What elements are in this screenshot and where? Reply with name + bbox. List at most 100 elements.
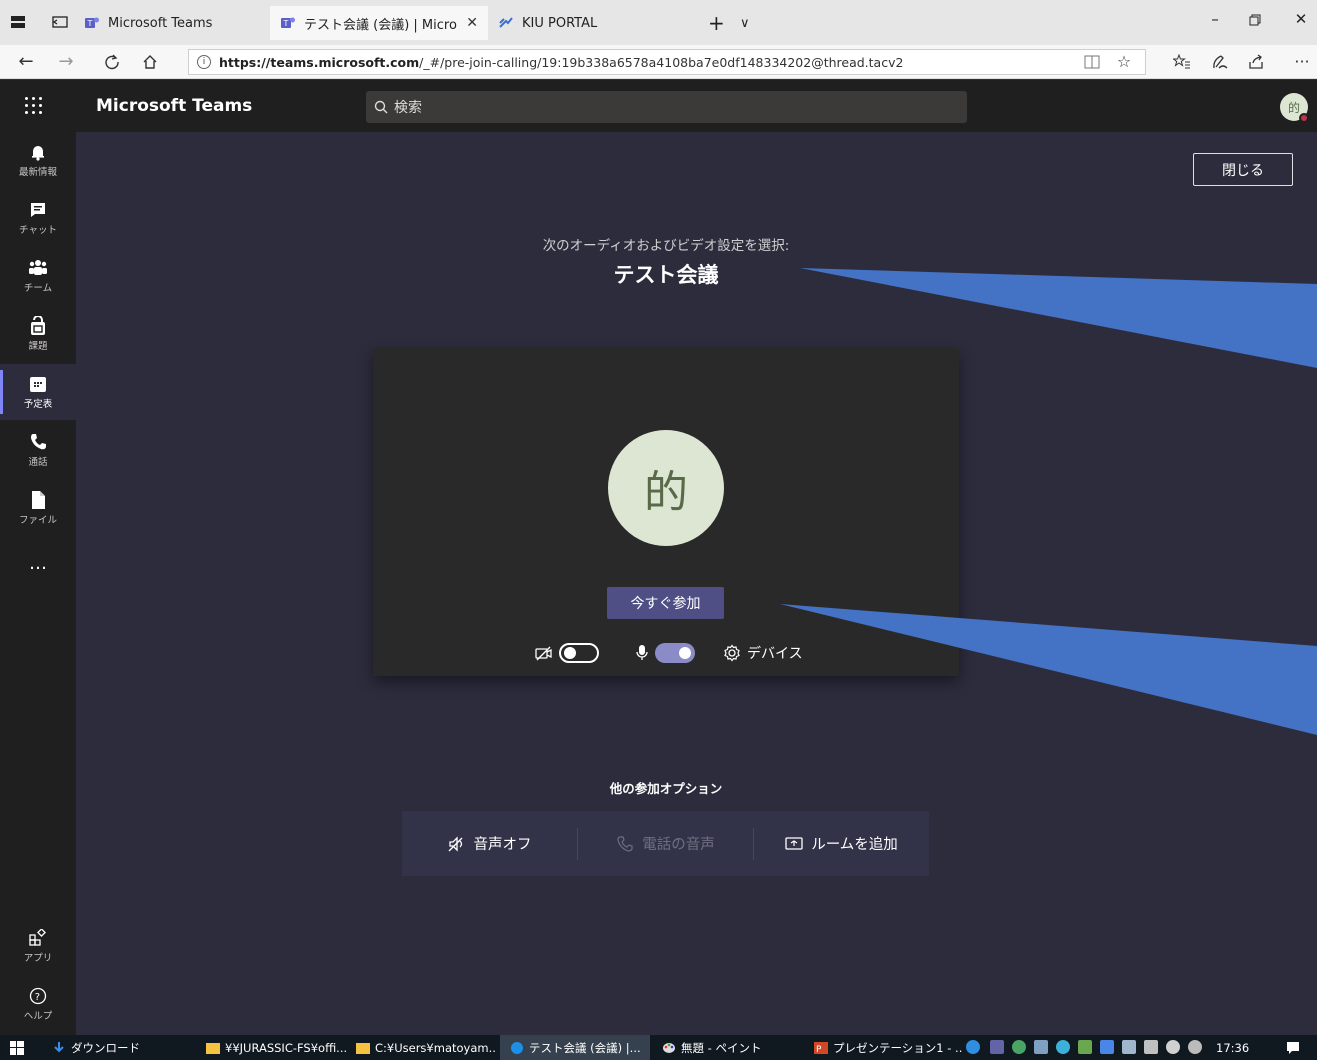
rail-item-activity[interactable]: 最新情報 <box>0 132 76 188</box>
meeting-title: テスト会議 <box>613 263 719 287</box>
favorite-star-icon[interactable]: ☆ <box>1112 51 1136 73</box>
preview-avatar: 的 <box>608 430 724 546</box>
join-now-button[interactable]: 今すぐ参加 <box>607 587 724 619</box>
reading-view-icon[interactable] <box>1080 51 1104 73</box>
browser-tab-kiu-portal[interactable]: KIU PORTAL <box>488 6 688 40</box>
svg-text:T: T <box>87 19 93 28</box>
taskbar-paint[interactable]: 無題 - ペイント <box>662 1035 792 1060</box>
kiu-portal-logo-icon <box>498 15 514 31</box>
camera-toggle[interactable] <box>559 643 599 663</box>
taskbar-clock[interactable]: 17:36 <box>1216 1035 1249 1060</box>
share-icon[interactable] <box>1244 51 1268 73</box>
network-drive-tray-icon[interactable] <box>1034 1040 1048 1054</box>
taskbar-powerpoint[interactable]: P プレゼンテーション1 - ... <box>814 1035 962 1060</box>
favorites-hub-icon[interactable] <box>1170 51 1194 73</box>
gear-icon <box>724 644 740 662</box>
app-brand-title: Microsoft Teams <box>96 96 253 116</box>
tab-list-button[interactable]: ∨ <box>730 6 760 40</box>
microphone-toggle[interactable] <box>655 643 695 663</box>
browser-tab-teams[interactable]: T Microsoft Teams <box>74 6 264 40</box>
site-info-icon[interactable]: i <box>197 55 211 69</box>
url-path: /_#/pre-join-calling/19:19b338a6578a4108… <box>419 54 904 70</box>
restore-window-button[interactable] <box>1240 10 1270 34</box>
phone-icon <box>616 835 634 853</box>
browser-address-bar: ← → i https://teams.microsoft.com/_#/pre… <box>0 45 1317 79</box>
minimize-window-button[interactable]: – <box>1200 10 1230 34</box>
display-tray-icon[interactable] <box>1122 1040 1136 1054</box>
rail-item-files[interactable]: ファイル <box>0 480 76 536</box>
phone-icon <box>28 432 48 452</box>
app-launcher-icon[interactable] <box>24 96 44 116</box>
url-host: https://teams.microsoft.com <box>219 54 420 70</box>
presence-status-icon <box>1299 113 1309 123</box>
search-icon <box>374 100 388 114</box>
start-button[interactable] <box>10 1035 24 1060</box>
windows-taskbar: ダウンロード ¥¥JURASSIC-FS¥offi... C:¥Users¥ma… <box>0 1035 1317 1060</box>
teams-icon <box>28 258 48 278</box>
chat-icon <box>28 200 48 220</box>
room-cast-icon <box>785 835 803 853</box>
bell-icon <box>28 142 48 162</box>
svg-text:?: ? <box>35 992 40 1003</box>
app-rail: 最新情報 チャット チーム 課題 予定表 通話 ファイル … アプリ ? ヘルプ <box>0 132 76 1035</box>
browser-tab-meeting[interactable]: T テスト会議 (会議) | Micro ✕ <box>270 6 488 40</box>
shield-tray-icon[interactable] <box>1078 1040 1092 1054</box>
video-preview-card: 的 今すぐ参加 デバイス <box>373 348 959 676</box>
prejoin-subtitle: 次のオーディオおよびビデオ設定を選択: <box>542 238 790 254</box>
search-placeholder: 検索 <box>394 100 422 116</box>
volume-tray-icon[interactable] <box>1166 1040 1180 1054</box>
rail-item-teams[interactable]: チーム <box>0 248 76 304</box>
more-icon: … <box>29 552 47 574</box>
input-tray-icon[interactable] <box>1188 1040 1202 1054</box>
rail-item-help[interactable]: ? ヘルプ <box>0 976 76 1032</box>
close-button[interactable]: 閉じる <box>1193 153 1293 186</box>
new-tab-button[interactable]: + <box>698 6 728 40</box>
web-note-pen-icon[interactable] <box>1208 51 1232 73</box>
url-field[interactable]: i https://teams.microsoft.com/_#/pre-joi… <box>188 49 1146 75</box>
rail-item-assignments[interactable]: 課題 <box>0 306 76 362</box>
paint-palette-icon <box>663 1042 675 1053</box>
teams-tray-icon[interactable] <box>990 1040 1004 1054</box>
action-center-icon[interactable] <box>1286 1035 1300 1060</box>
taskbar-explorer-1[interactable]: ¥¥JURASSIC-FS¥offi... <box>206 1035 348 1060</box>
microphone-icon <box>636 645 648 660</box>
home-button[interactable] <box>138 51 162 73</box>
taskbar-explorer-2[interactable]: C:¥Users¥matoyam... <box>356 1035 496 1060</box>
network-tray-icon[interactable] <box>1144 1040 1158 1054</box>
rail-item-chat[interactable]: チャット <box>0 190 76 246</box>
camera-control <box>535 641 599 665</box>
rail-item-calls[interactable]: 通話 <box>0 422 76 478</box>
tabs-aside-icon[interactable] <box>52 14 68 30</box>
rail-item-apps[interactable]: アプリ <box>0 918 76 974</box>
sync-tray-icon[interactable] <box>1012 1040 1026 1054</box>
calendar-icon <box>28 374 48 394</box>
close-window-button[interactable]: ✕ <box>1286 10 1316 34</box>
security-tray-icon[interactable] <box>1056 1040 1070 1054</box>
taskbar-downloads[interactable]: ダウンロード <box>52 1035 192 1060</box>
onedrive-tray-icon[interactable] <box>966 1040 980 1054</box>
forward-button[interactable]: → <box>54 51 78 73</box>
close-tab-icon[interactable]: ✕ <box>466 15 478 31</box>
tab-actions-icon[interactable] <box>10 14 26 30</box>
app-tray-icon[interactable] <box>1100 1040 1114 1054</box>
audio-off-option[interactable]: 音声オフ <box>402 828 577 860</box>
assignments-icon <box>28 316 48 336</box>
help-icon: ? <box>28 986 48 1006</box>
teams-header: Microsoft Teams 検索 的 <box>0 80 1317 132</box>
rail-item-calendar[interactable]: 予定表 <box>0 364 76 420</box>
browser-tab-strip: T Microsoft Teams T テスト会議 (会議) | Micro ✕… <box>0 0 1317 45</box>
rail-more-button[interactable]: … <box>0 538 76 588</box>
folder-icon <box>206 1042 220 1054</box>
more-options-icon[interactable]: ··· <box>1290 51 1314 73</box>
search-input[interactable]: 検索 <box>366 91 967 123</box>
teams-logo-icon: T <box>280 15 296 31</box>
folder-icon <box>356 1042 370 1054</box>
add-room-option[interactable]: ルームを追加 <box>754 828 929 860</box>
svg-text:P: P <box>816 1045 822 1055</box>
taskbar-edge-meeting[interactable]: テスト会議 (会議) |... <box>500 1035 650 1060</box>
refresh-button[interactable] <box>100 51 124 73</box>
edge-icon <box>511 1041 523 1054</box>
back-button[interactable]: ← <box>14 51 38 73</box>
phone-audio-option[interactable]: 電話の音声 <box>578 828 753 860</box>
devices-button[interactable]: デバイス <box>723 641 803 665</box>
